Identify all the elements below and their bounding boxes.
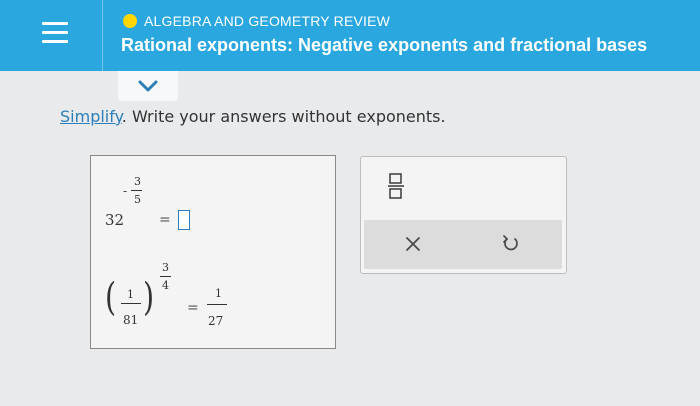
math-keypad bbox=[360, 156, 567, 274]
problem-1-exp-num: 3 bbox=[134, 175, 141, 188]
simplify-link[interactable]: Simplify bbox=[60, 107, 122, 126]
problem-2-exp-bar bbox=[160, 276, 171, 277]
problem-1-answer-input[interactable] bbox=[178, 210, 190, 230]
lesson-title: Rational exponents: Negative exponents a… bbox=[121, 35, 648, 55]
problem-2-answer-num: 1 bbox=[215, 287, 222, 300]
problem-1-exp-den: 5 bbox=[134, 193, 141, 206]
problem-2-base-den: 81 bbox=[123, 313, 139, 327]
topic-row: ALGEBRA AND GEOMETRY REVIEW bbox=[123, 12, 390, 30]
header-divider bbox=[102, 0, 103, 71]
instruction-text: Simplify. Write your answers without exp… bbox=[60, 107, 446, 126]
clear-button[interactable] bbox=[402, 233, 424, 255]
problem-1-exp-bar bbox=[131, 190, 142, 191]
instruction-rest: . Write your answers without exponents. bbox=[121, 107, 446, 126]
problem-1-exp-sign: - bbox=[123, 184, 128, 198]
topic-label: ALGEBRA AND GEOMETRY REVIEW bbox=[144, 13, 391, 29]
problem-2-exp-num: 3 bbox=[162, 261, 169, 274]
problem-2-left-paren: ( bbox=[105, 275, 117, 319]
problem-1-base: 32 bbox=[105, 211, 125, 229]
hamburger-menu-icon[interactable] bbox=[42, 22, 68, 44]
problem-2-exp-den: 4 bbox=[162, 279, 169, 292]
problem-1-equals: = bbox=[159, 212, 171, 228]
fraction-button[interactable] bbox=[386, 171, 406, 201]
problem-2-right-paren: ) bbox=[143, 275, 155, 319]
chevron-down-icon bbox=[138, 80, 158, 92]
undo-button[interactable] bbox=[500, 233, 522, 255]
problem-2-answer-den: 27 bbox=[208, 314, 224, 328]
problem-2-base-num: 1 bbox=[127, 288, 134, 301]
problem-2-base-bar bbox=[121, 303, 141, 304]
x-icon bbox=[406, 237, 420, 251]
fraction-template-icon bbox=[388, 173, 404, 199]
collapse-header-button[interactable] bbox=[118, 71, 178, 101]
topic-status-dot-icon bbox=[123, 14, 137, 28]
answer-workspace: 32 - 3 5 = ( 1 81 ) 3 4 = 1 27 bbox=[90, 155, 336, 349]
problem-2-equals: = bbox=[187, 300, 199, 316]
header-bar: ALGEBRA AND GEOMETRY REVIEW Rational exp… bbox=[0, 0, 700, 71]
problem-2-answer-bar bbox=[207, 304, 227, 305]
undo-icon bbox=[503, 235, 518, 251]
keypad-action-bar bbox=[364, 220, 562, 269]
